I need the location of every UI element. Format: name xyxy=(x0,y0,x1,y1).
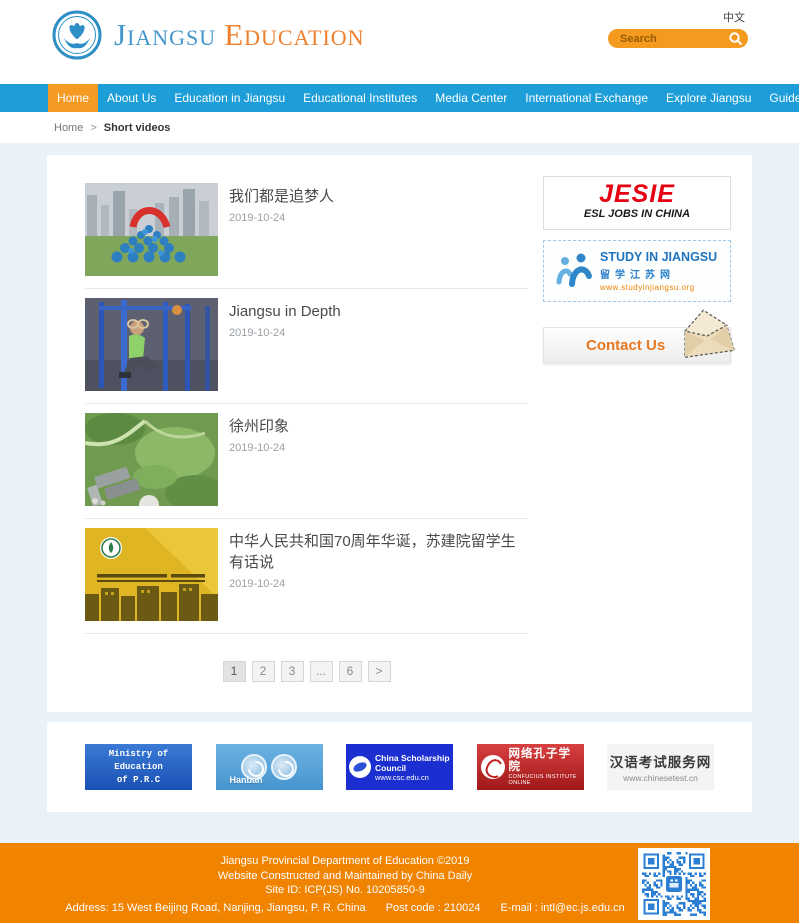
page-footer: Jiangsu Provincial Department of Educati… xyxy=(0,843,799,923)
study-in-jiangsu-subtitle: 留学江苏网 xyxy=(600,266,717,281)
nav-item-educational-institutes[interactable]: Educational Institutes xyxy=(294,84,426,112)
video-thumbnail-70th-anniversary[interactable] xyxy=(85,528,218,621)
nav-item-education-in-jiangsu[interactable]: Education in Jiangsu xyxy=(165,84,294,112)
site-logo[interactable]: JiangsuEducation xyxy=(52,10,365,60)
nav-item-about-us[interactable]: About Us xyxy=(98,84,165,112)
video-title[interactable]: 我们都是追梦人 xyxy=(229,186,334,207)
page-button-1[interactable]: 1 xyxy=(223,661,246,682)
nav-item-home[interactable]: Home xyxy=(48,84,98,112)
nav-item-international-exchange[interactable]: International Exchange xyxy=(516,84,657,112)
video-thumbnail-dreamchasers[interactable] xyxy=(85,183,218,276)
search-box[interactable] xyxy=(608,29,748,48)
nav-item-explore-jiangsu[interactable]: Explore Jiangsu xyxy=(657,84,760,112)
search-icon[interactable] xyxy=(728,31,743,46)
confucius-institute-seal-icon xyxy=(481,755,505,779)
page-next-button[interactable]: > xyxy=(368,661,391,682)
nav-item-guide[interactable]: Guide xyxy=(760,84,799,112)
video-date: 2019-10-24 xyxy=(229,442,289,454)
study-in-jiangsu-title: STUDY IN JIANGSU xyxy=(600,250,717,264)
csc-globe-icon xyxy=(349,756,371,778)
video-list-item[interactable]: 中华人民共和国70周年华诞，苏建院留学生有话说 2019-10-24 xyxy=(85,528,528,634)
partner-links: Ministry of Education of P.R.C Hanban Ch… xyxy=(47,722,752,812)
study-in-jiangsu-banner[interactable]: STUDY IN JIANGSU 留学江苏网 www.studyinjiangs… xyxy=(543,240,731,302)
envelope-icon xyxy=(674,306,740,358)
video-list-item[interactable]: Jiangsu in Depth 2019-10-24 xyxy=(85,298,528,404)
jesie-logo: JESIE xyxy=(544,181,730,208)
footer-site-id: Site ID: ICP(JS) No. 10205850-9 xyxy=(0,883,690,898)
video-date: 2019-10-24 xyxy=(229,212,334,224)
page-ellipsis: ... xyxy=(310,661,333,682)
study-in-jiangsu-logo-icon xyxy=(554,252,594,290)
video-thumbnail-jiangsu-in-depth[interactable] xyxy=(85,298,218,391)
site-title: JiangsuEducation xyxy=(114,17,365,53)
breadcrumb-home-link[interactable]: Home xyxy=(54,122,83,134)
study-in-jiangsu-url: www.studyinjiangsu.org xyxy=(600,283,717,292)
contact-us-label: Contact Us xyxy=(586,337,665,354)
site-header: JiangsuEducation 中文 xyxy=(0,0,799,84)
qr-code xyxy=(638,848,710,920)
main-nav: Home About Us Education in Jiangsu Educa… xyxy=(0,84,799,112)
footer-copyright: Jiangsu Provincial Department of Educati… xyxy=(0,854,690,869)
page-button-2[interactable]: 2 xyxy=(252,661,275,682)
video-title[interactable]: 徐州印象 xyxy=(229,416,289,437)
nav-item-media-center[interactable]: Media Center xyxy=(426,84,516,112)
breadcrumb: Home > Short videos xyxy=(0,112,799,143)
video-title[interactable]: 中华人民共和国70周年华诞，苏建院留学生有话说 xyxy=(229,531,528,573)
partner-hanban[interactable]: Hanban xyxy=(216,744,323,790)
jesie-caption: ESL JOBS IN CHINA xyxy=(544,208,730,220)
footer-email: E-mail : intl@ec.js.edu.cn xyxy=(500,902,624,914)
breadcrumb-separator: > xyxy=(90,122,96,134)
video-list: 我们都是追梦人 2019-10-24 xyxy=(85,155,528,712)
footer-maintainer: Website Constructed and Maintained by Ch… xyxy=(0,869,690,884)
search-input[interactable] xyxy=(620,33,728,45)
contact-us-button[interactable]: Contact Us xyxy=(543,327,731,363)
video-date: 2019-10-24 xyxy=(229,327,341,339)
language-switch-link[interactable]: 中文 xyxy=(723,9,745,25)
jesie-banner[interactable]: JESIE ESL JOBS IN CHINA xyxy=(543,176,731,230)
video-title[interactable]: Jiangsu in Depth xyxy=(229,301,341,322)
pagination: 1 2 3 ... 6 > xyxy=(85,661,528,682)
footer-address: Address: 15 West Beijing Road, Nanjing, … xyxy=(65,902,365,914)
footer-postcode: Post code : 210024 xyxy=(386,902,481,914)
sidebar: JESIE ESL JOBS IN CHINA STUDY IN JIANGSU… xyxy=(543,155,731,712)
video-list-item[interactable]: 徐州印象 2019-10-24 xyxy=(85,413,528,519)
video-thumbnail-xuzhou[interactable] xyxy=(85,413,218,506)
partner-chinese-test[interactable]: 汉语考试服务网 www.chinesetest.cn xyxy=(607,744,714,790)
partner-confucius-institute-online[interactable]: 网络孔子学院 CONFUCIUS INSTITUTE ONLINE xyxy=(477,744,584,790)
hanban-seal-icon xyxy=(271,754,297,780)
partner-ministry-of-education[interactable]: Ministry of Education of P.R.C xyxy=(85,744,192,790)
page-button-3[interactable]: 3 xyxy=(281,661,304,682)
partner-china-scholarship-council[interactable]: China Scholarship Council www.csc.edu.cn xyxy=(346,744,453,790)
breadcrumb-current: Short videos xyxy=(104,122,171,134)
lotus-logo-icon xyxy=(52,10,102,60)
video-date: 2019-10-24 xyxy=(229,578,528,590)
main-content: 我们都是追梦人 2019-10-24 xyxy=(47,155,752,712)
page-button-6[interactable]: 6 xyxy=(339,661,362,682)
video-list-item[interactable]: 我们都是追梦人 2019-10-24 xyxy=(85,183,528,289)
